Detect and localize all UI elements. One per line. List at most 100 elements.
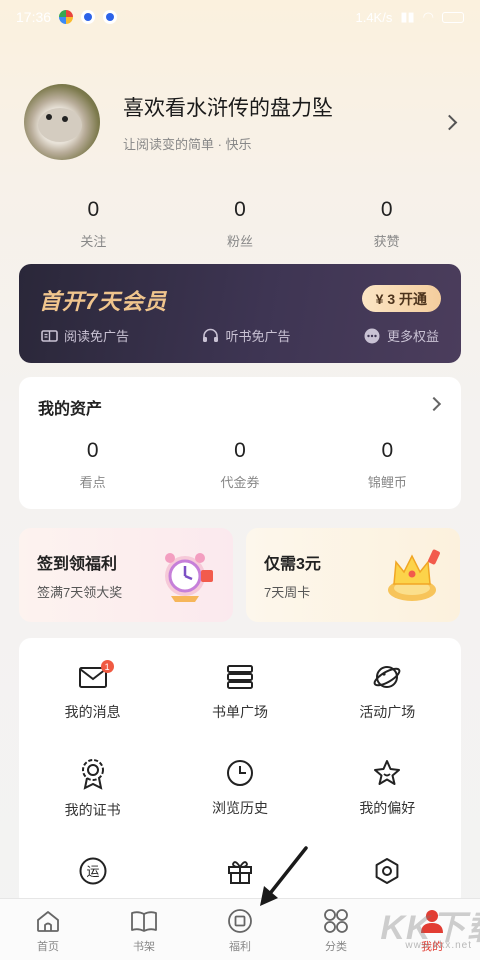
stat-followers[interactable]: 0 粉丝 <box>167 198 314 250</box>
mail-icon: 1 <box>76 660 114 692</box>
asset-label: 锦鲤币 <box>367 475 407 490</box>
chevron-right-icon[interactable] <box>434 107 464 137</box>
asset-value: 0 <box>234 439 246 462</box>
asset-value: 0 <box>86 439 99 462</box>
menu-item-activity-square[interactable]: 活动广场 <box>314 662 461 722</box>
chevron-right-icon[interactable] <box>426 396 442 412</box>
menu-label: 书单广场 <box>211 704 268 720</box>
tab-mine[interactable]: 我的 <box>384 899 480 960</box>
menu-label: 我的偏好 <box>359 800 416 816</box>
person-icon <box>418 907 446 935</box>
checkin-promo-card[interactable]: 签到领福利 签满7天领大奖 <box>19 528 233 622</box>
stat-likes[interactable]: 0 获赞 <box>313 198 460 250</box>
perk-listen-no-ads[interactable]: 听书免广告 <box>202 326 291 345</box>
signal-icon: ▮▮ <box>400 9 415 24</box>
asset-value: 0 <box>381 439 394 462</box>
more-dots-icon <box>364 328 381 343</box>
menu-card: 1 我的消息 书单广场 活动广场 我的证书 浏览历史 我的偏好 运 <box>19 638 461 908</box>
book-open-icon <box>41 328 58 343</box>
menu-label: 我的证书 <box>64 802 121 818</box>
tab-home[interactable]: 首页 <box>0 899 96 960</box>
perk-label: 更多权益 <box>386 329 439 344</box>
perk-label: 阅读免广告 <box>64 329 130 344</box>
promo-title: 签到领福利 <box>37 556 118 573</box>
app-notification-icon <box>81 10 96 24</box>
vip-banner[interactable]: 首开7天会员 ¥ 3 开通 阅读免广告 听书免广告 更多权益 <box>19 264 461 363</box>
profile-header[interactable]: 喜欢看水浒传的盘力坠 让阅读变的简单 · 快乐 <box>24 82 464 162</box>
list-stack-icon <box>223 662 257 692</box>
menu-label: 活动广场 <box>359 704 416 720</box>
unread-badge: 1 <box>100 660 114 673</box>
book-icon <box>130 907 158 935</box>
asset-koi-coin[interactable]: 0 锦鲤币 <box>314 439 461 491</box>
gift-icon <box>223 854 257 888</box>
menu-label: 我的消息 <box>64 704 121 720</box>
menu-label: 浏览历史 <box>211 800 268 816</box>
stat-following[interactable]: 0 关注 <box>20 198 167 250</box>
network-speed: 1.4K/s <box>355 9 393 25</box>
perk-read-no-ads[interactable]: 阅读免广告 <box>41 326 129 345</box>
promo-subtitle: 签满7天领大奖 <box>37 585 123 600</box>
vip-perks: 阅读免广告 听书免广告 更多权益 <box>41 326 439 345</box>
asset-kandian[interactable]: 0 看点 <box>19 439 166 491</box>
clock-icon <box>223 758 257 788</box>
app-notification-icon <box>103 10 118 24</box>
wifi-icon: ◠ <box>422 9 434 24</box>
menu-item-messages[interactable]: 1 我的消息 <box>19 660 166 722</box>
settings-hex-icon <box>370 854 404 888</box>
tab-bookshelf[interactable]: 书架 <box>96 899 192 960</box>
stat-label: 获赞 <box>373 234 400 249</box>
tab-label: 首页 <box>37 941 59 953</box>
vip-open-button[interactable]: ¥ 3 开通 <box>361 285 441 312</box>
menu-item-booklist-square[interactable]: 书单广场 <box>166 662 313 722</box>
planet-icon <box>370 662 404 692</box>
bottom-tab-bar: 首页 书架 福利 分类 我的 <box>0 898 480 960</box>
profile-name: 喜欢看水浒传的盘力坠 <box>123 96 333 120</box>
weekly-card-promo[interactable]: 仅需3元 7天周卡 <box>246 528 460 622</box>
social-stats: 0 关注 0 粉丝 0 获赞 <box>20 198 460 250</box>
medal-icon <box>76 758 110 790</box>
welfare-icon <box>226 907 254 935</box>
menu-item-history[interactable]: 浏览历史 <box>166 758 313 818</box>
assets-card[interactable]: 我的资产 0 看点 0 代金券 0 锦鲤币 <box>19 377 461 509</box>
assets-stats: 0 看点 0 代金券 0 锦鲤币 <box>19 439 461 491</box>
asset-label: 代金券 <box>220 475 260 490</box>
home-icon <box>34 907 62 935</box>
perk-more[interactable]: 更多权益 <box>364 326 439 345</box>
headphones-icon <box>202 328 219 343</box>
app-notification-icon <box>59 10 74 24</box>
tab-label: 福利 <box>229 941 251 953</box>
menu-item-preferences[interactable]: 我的偏好 <box>314 758 461 818</box>
menu-item-certificates[interactable]: 我的证书 <box>19 758 166 818</box>
stat-label: 关注 <box>80 234 107 249</box>
status-time: 17:36 <box>16 9 52 25</box>
tab-category[interactable]: 分类 <box>288 899 384 960</box>
promo-title: 仅需3元 <box>264 556 321 573</box>
assets-title: 我的资产 <box>38 401 103 418</box>
svg-text:运: 运 <box>86 865 99 880</box>
profile-subtitle: 让阅读变的简单 · 快乐 <box>123 136 252 152</box>
stat-label: 粉丝 <box>227 234 254 249</box>
tab-label: 分类 <box>325 941 347 953</box>
tab-label: 我的 <box>421 941 443 953</box>
stat-value: 0 <box>87 198 100 221</box>
stat-value: 0 <box>380 198 393 221</box>
star-icon <box>370 758 404 788</box>
avatar[interactable] <box>24 84 100 160</box>
tab-welfare[interactable]: 福利 <box>192 899 288 960</box>
yun-icon: 运 <box>76 854 110 888</box>
asset-voucher[interactable]: 0 代金券 <box>166 439 313 491</box>
stat-value: 0 <box>234 198 246 221</box>
promo-subtitle: 7天周卡 <box>264 585 311 600</box>
grid-icon <box>322 907 350 935</box>
profile-text: 喜欢看水浒传的盘力坠 让阅读变的简单 · 快乐 <box>123 92 434 153</box>
crown-treasure-icon <box>388 549 440 601</box>
tab-label: 书架 <box>133 941 155 953</box>
status-bar: 17:36 1.4K/s ▮▮ ◠ <box>0 0 480 34</box>
vip-title: 首开7天会员 <box>39 289 168 314</box>
battery-icon <box>442 11 464 23</box>
menu-grid: 1 我的消息 书单广场 活动广场 我的证书 浏览历史 我的偏好 运 <box>19 660 461 914</box>
asset-label: 看点 <box>79 475 106 490</box>
alarm-clock-gift-icon <box>165 553 213 602</box>
perk-label: 听书免广告 <box>225 329 291 344</box>
